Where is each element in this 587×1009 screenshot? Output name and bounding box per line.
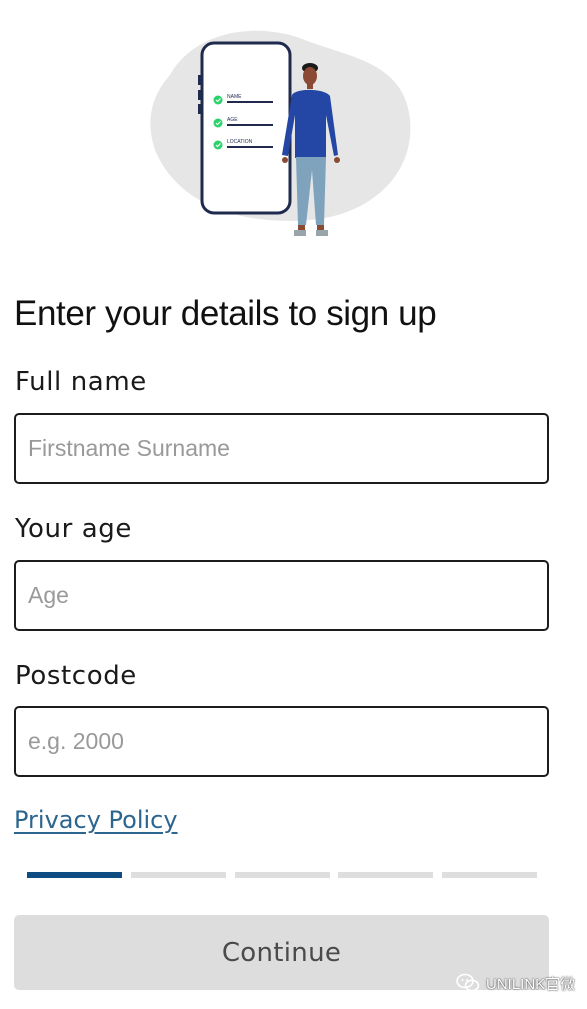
progress-segment	[442, 872, 537, 878]
signup-illustration: NAME AGE LOCATION	[140, 20, 420, 245]
step-progress-indicator	[27, 872, 537, 878]
checklist-label-location: LOCATION	[227, 139, 253, 145]
watermark-text: UNILINK官微	[486, 975, 576, 993]
signup-person-phone-illustration: NAME AGE LOCATION	[150, 30, 411, 236]
wechat-icon	[456, 973, 480, 992]
full-name-label: Full name	[15, 367, 147, 397]
progress-segment	[27, 872, 122, 878]
age-input[interactable]	[14, 560, 549, 631]
progress-segment	[338, 872, 434, 878]
postcode-label: Postcode	[15, 661, 137, 691]
full-name-input[interactable]	[14, 413, 549, 484]
check-icon	[213, 118, 223, 128]
checklist-label-age: AGE	[227, 117, 238, 123]
check-icon	[213, 95, 223, 105]
watermark: UNILINK官微	[456, 972, 575, 994]
privacy-policy-link[interactable]: Privacy Policy	[14, 806, 178, 834]
check-icon	[213, 140, 223, 150]
age-label: Your age	[15, 514, 133, 544]
progress-segment	[234, 872, 330, 878]
checklist-label-name: NAME	[227, 94, 242, 100]
phone-device	[200, 41, 292, 215]
page-title: Enter your details to sign up	[14, 294, 437, 333]
progress-segment	[130, 872, 226, 878]
postcode-input[interactable]	[14, 706, 549, 777]
